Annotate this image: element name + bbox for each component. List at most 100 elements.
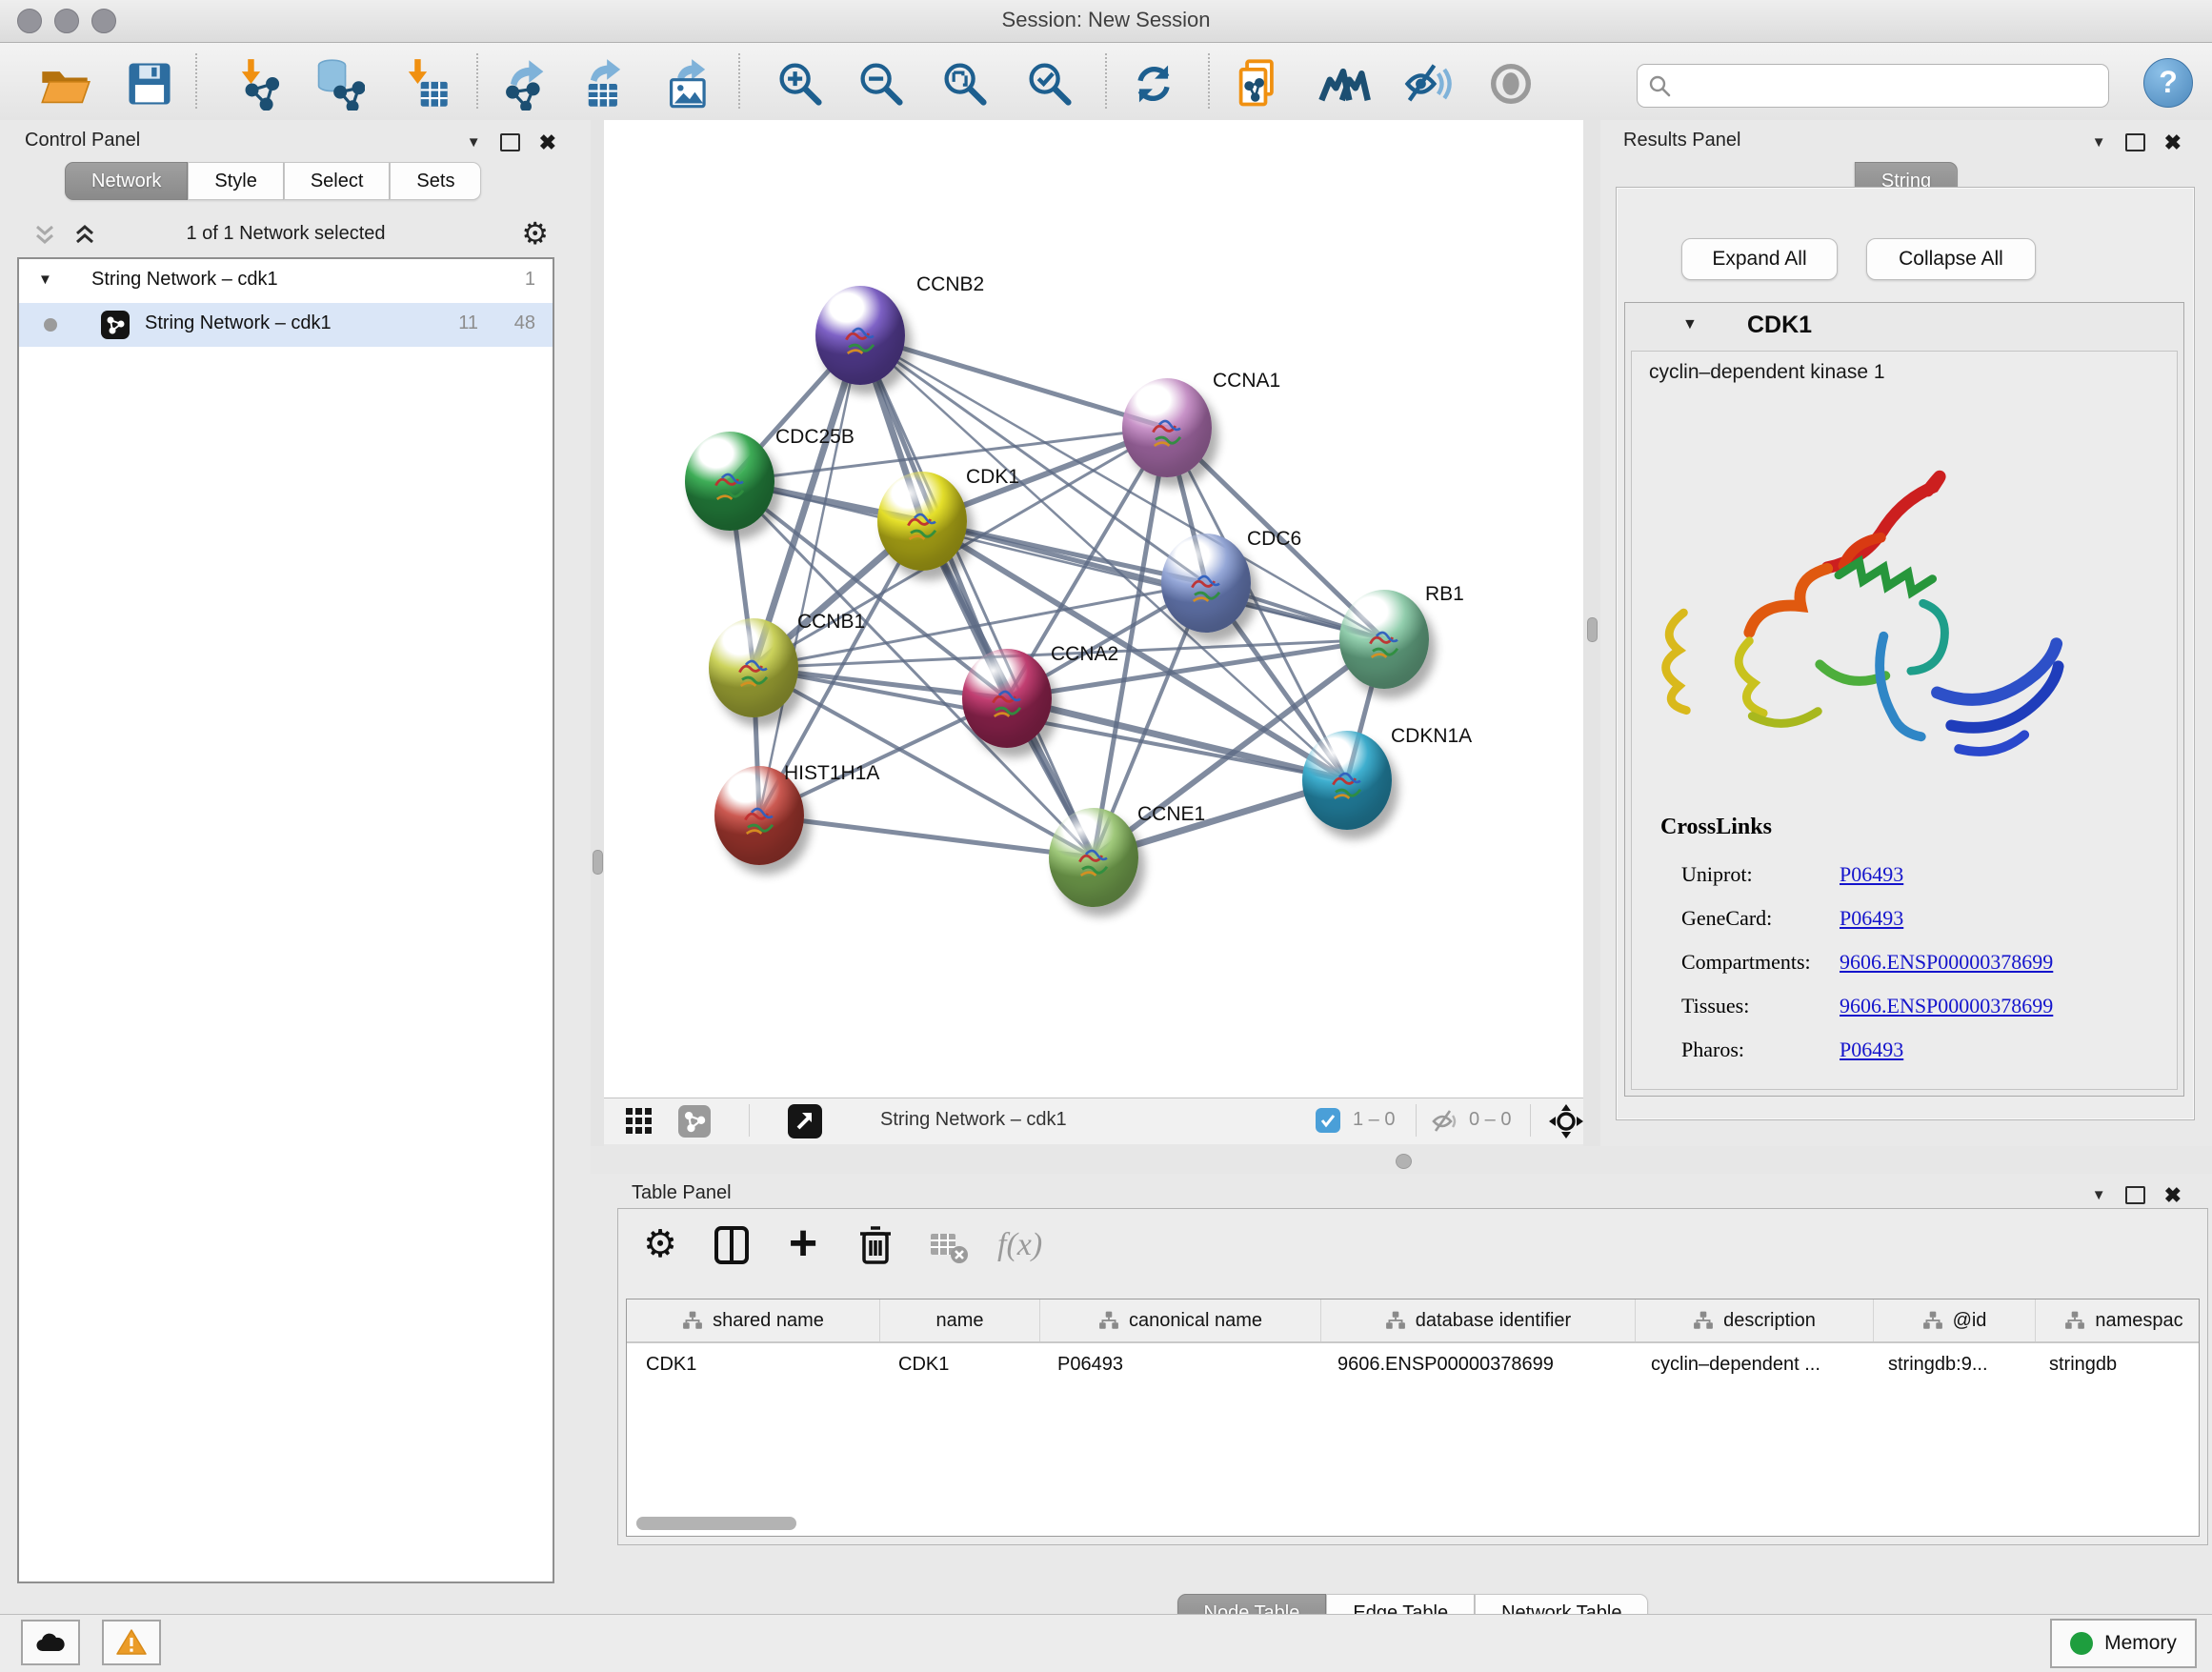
import-network-from-database-icon[interactable] [312,57,365,111]
column-header-database-identifier[interactable]: database identifier [1321,1299,1636,1341]
column-header-description[interactable]: description [1636,1299,1874,1341]
network-collection-row[interactable]: ▼ String Network – cdk1 1 [19,259,553,303]
panel-float-icon[interactable] [500,133,520,151]
crosslink-link[interactable]: P06493 [1840,1037,1903,1062]
export-table-icon[interactable] [578,57,632,111]
zoom-out-icon[interactable] [855,57,908,111]
crosslink-row: Compartments:9606.ENSP00000378699 [1632,942,2165,986]
zoom-selected-icon[interactable] [1023,57,1076,111]
save-session-icon[interactable] [123,57,176,111]
hide-selected-eye-icon[interactable] [1401,57,1455,111]
collapse-all-button[interactable]: Collapse All [1866,238,2036,280]
panel-close-icon[interactable]: ✖ [539,135,556,150]
panel-float-icon[interactable] [2125,133,2145,151]
gene-name: CDK1 [1747,312,1812,339]
node-label-cdc6: CDC6 [1247,528,1301,551]
node-cdc25b[interactable] [685,432,774,531]
show-columns-icon[interactable] [709,1222,754,1268]
warnings-button[interactable] [102,1620,161,1665]
panel-float-icon[interactable] [2125,1186,2145,1204]
right-splitter-handle[interactable] [1587,617,1598,642]
node-cdk1[interactable] [877,472,967,571]
panel-close-icon[interactable]: ✖ [2164,135,2182,150]
grid-view-icon[interactable] [625,1107,654,1140]
node-ccnb2[interactable] [815,286,905,385]
help-icon: ? [2159,65,2178,99]
column-header-name[interactable]: name [880,1299,1040,1341]
bottom-splitter-handle[interactable] [1396,1154,1412,1169]
node-ccna2[interactable] [962,649,1052,748]
column-header-label: @id [1953,1310,1987,1332]
table-settings-gear-icon[interactable]: ⚙ [637,1222,683,1268]
open-session-icon[interactable] [38,57,91,111]
column-header-id[interactable]: @id [1874,1299,2036,1341]
help-button[interactable]: ? [2143,58,2193,108]
cloud-status-button[interactable] [21,1620,80,1665]
node-cdc6[interactable] [1161,534,1251,633]
column-header-canonical-name[interactable]: canonical name [1040,1299,1321,1341]
gene-section-header[interactable]: ▼ CDK1 [1625,303,2183,349]
tab-network[interactable]: Network [65,162,188,200]
table-cell: CDK1 [627,1343,879,1385]
collection-collapse-icon[interactable]: ▼ [38,272,52,288]
delete-column-trash-icon[interactable] [853,1222,898,1268]
node-cdkn1a[interactable] [1302,731,1392,830]
delete-table-icon[interactable] [925,1222,971,1268]
fit-content-icon[interactable] [938,57,992,111]
section-collapse-icon[interactable]: ▼ [1682,316,1698,333]
import-table-from-file-icon[interactable] [398,57,452,111]
table-horizontal-scrollbar[interactable] [636,1517,796,1530]
table-cell: stringdb [2030,1343,2200,1385]
network-canvas[interactable]: CCNB2CCNA1CDC25BCDK1CDC6RB1CCNB1CCNA2CDK… [604,120,1583,1098]
import-network-from-file-icon[interactable] [231,57,285,111]
export-network-icon[interactable] [498,57,552,111]
network-row[interactable]: String Network – cdk1 11 48 [19,303,553,347]
left-splitter-handle[interactable] [593,850,603,875]
search-icon [1647,73,1672,98]
pan-crosshair-icon[interactable] [1547,1102,1585,1145]
clone-network-icon[interactable] [1233,57,1286,111]
node-ccne1[interactable] [1049,808,1138,907]
table-row[interactable]: CDK1CDK1P064939606.ENSP00000378699cyclin… [627,1343,2199,1385]
crosslink-link[interactable]: P06493 [1840,862,1903,887]
memory-button[interactable]: Memory [2050,1619,2197,1668]
crosslink-link[interactable]: 9606.ENSP00000378699 [1840,950,2053,975]
column-header-label: shared name [713,1310,824,1332]
network-options-gear-icon[interactable]: ⚙ [521,218,549,249]
node-ccna1[interactable] [1122,378,1212,477]
table-panel: Table Panel ▼ ✖ ⚙ + f(x) s [591,1174,2212,1614]
search-input[interactable] [1681,69,2095,103]
selected-checkbox-icon[interactable] [1316,1108,1340,1133]
network-view-title: String Network – cdk1 [880,1109,1067,1131]
node-label-ccne1: CCNE1 [1137,803,1205,826]
node-ccnb1[interactable] [709,618,798,717]
first-neighbors-icon[interactable] [1317,57,1371,111]
panel-collapse-icon[interactable]: ▼ [467,134,481,151]
create-column-icon[interactable]: + [780,1222,826,1268]
column-header-shared-name[interactable]: shared name [627,1299,880,1341]
network-share-icon[interactable] [678,1105,711,1138]
panel-collapse-icon[interactable]: ▼ [2092,1187,2106,1203]
tab-style[interactable]: Style [188,162,283,200]
status-bar: Memory [0,1614,2212,1672]
tab-select[interactable]: Select [284,162,391,200]
bottom-splitter[interactable] [591,1146,2212,1174]
node-rb1[interactable] [1339,590,1429,689]
expand-all-button[interactable]: Expand All [1681,238,1838,280]
crosslink-link[interactable]: P06493 [1840,906,1903,931]
right-splitter[interactable] [1583,120,1600,1146]
refresh-view-icon[interactable] [1127,57,1180,111]
birdseye-view-icon[interactable] [788,1104,822,1138]
panel-collapse-icon[interactable]: ▼ [2092,134,2106,151]
zoom-in-icon[interactable] [774,57,827,111]
nodes-layer: CCNB2CCNA1CDC25BCDK1CDC6RB1CCNB1CCNA2CDK… [604,120,1583,1098]
column-header-namespac[interactable]: namespac [2036,1299,2200,1341]
tab-sets[interactable]: Sets [390,162,481,200]
export-image-icon[interactable] [663,57,716,111]
hidden-eye-slash-icon[interactable] [1431,1108,1459,1139]
crosslink-link[interactable]: 9606.ENSP00000378699 [1840,994,2053,1018]
panel-close-icon[interactable]: ✖ [2164,1188,2182,1202]
function-builder-icon[interactable]: f(x) [997,1222,1043,1268]
search-field[interactable] [1637,64,2109,108]
show-all-eye-icon[interactable] [1484,57,1538,111]
